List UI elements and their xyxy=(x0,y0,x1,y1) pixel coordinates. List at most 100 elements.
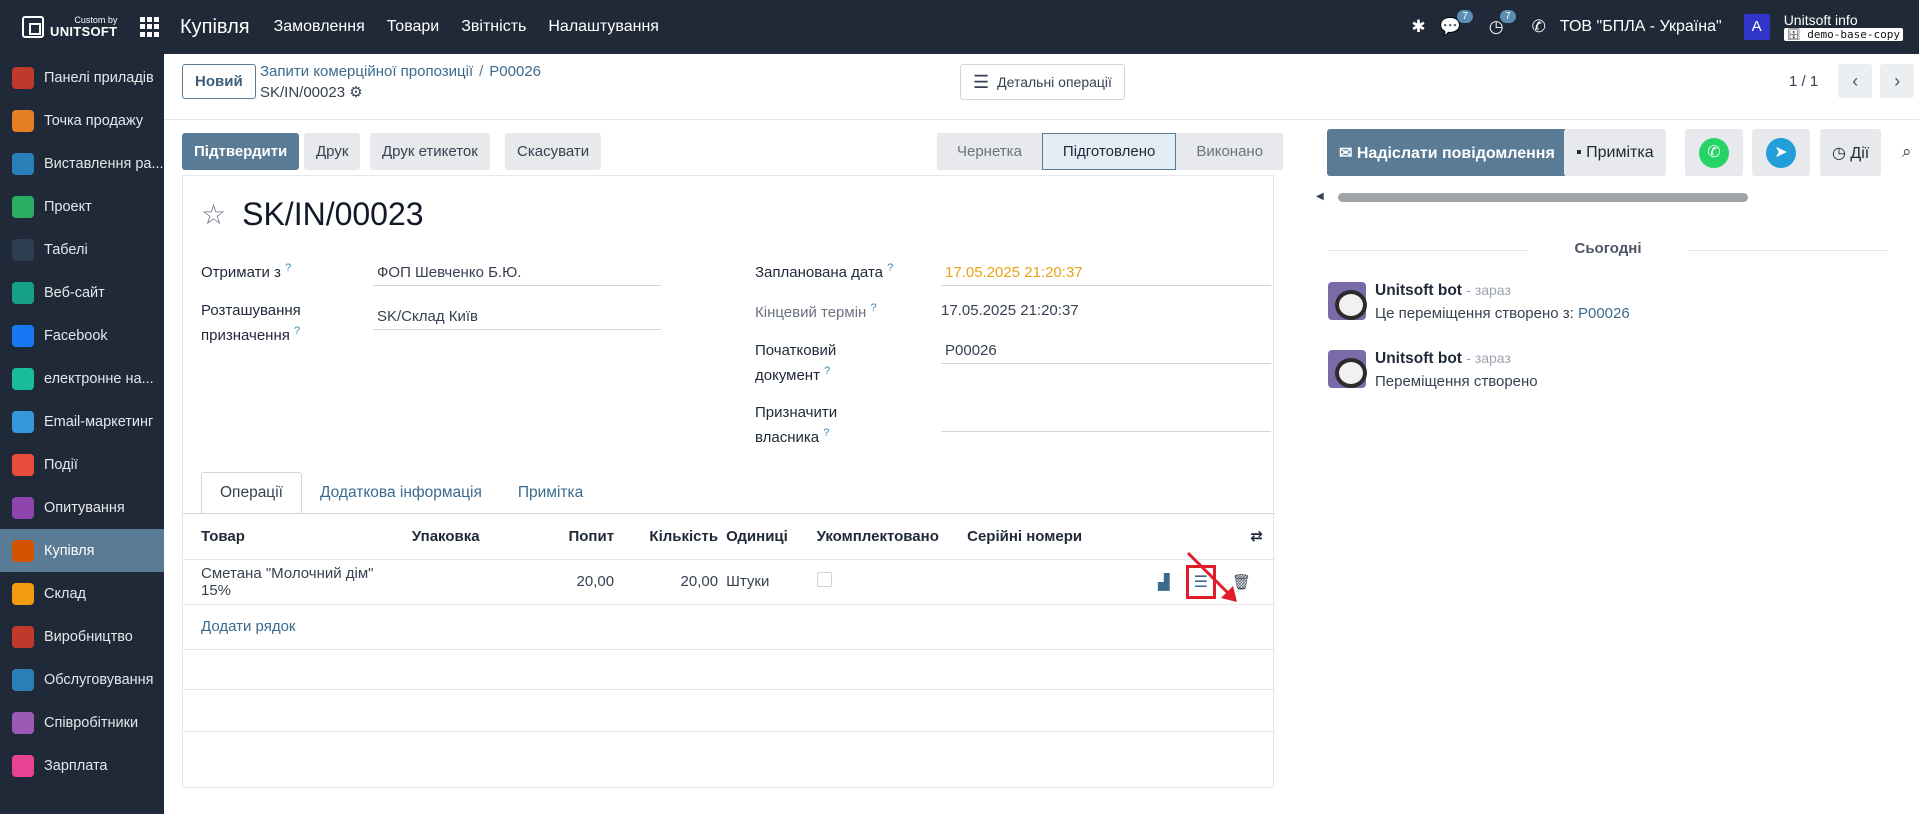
messages-icon[interactable]: 💬 7 xyxy=(1440,9,1473,37)
log-note-button[interactable]: ▪ Примітка xyxy=(1564,129,1666,176)
sidebar-item-label: Події xyxy=(44,456,78,473)
timesheets-app-icon xyxy=(12,238,34,261)
tab-additional-info[interactable]: Додаткова інформація xyxy=(302,472,500,514)
empty-row xyxy=(183,690,1275,732)
menu-settings[interactable]: Налаштування xyxy=(548,18,659,36)
sidebar-item-email-marketing[interactable]: Email-маркетинг xyxy=(0,400,164,443)
brand-logo[interactable]: Custom by UNITSOFT xyxy=(0,0,130,54)
menu-reporting[interactable]: Звітність xyxy=(461,18,526,36)
col-product[interactable]: Товар xyxy=(183,514,408,560)
activities-button[interactable]: ◷ Дії xyxy=(1820,129,1882,176)
cancel-button[interactable]: Скасувати xyxy=(505,133,602,170)
menu-orders[interactable]: Замовлення xyxy=(274,18,365,36)
user-avatar[interactable]: A xyxy=(1743,13,1770,40)
sidebar-item-purchase[interactable]: Купівля xyxy=(0,529,164,572)
col-packaging[interactable]: Упаковка xyxy=(407,514,535,560)
detailed-operations-button[interactable]: ☰ Детальні операції xyxy=(960,64,1125,100)
cell-product[interactable]: Сметана "Молочний дім" 15% xyxy=(183,559,408,605)
app-name[interactable]: Купівля xyxy=(180,16,250,39)
forecast-chart-icon[interactable]: ▟ xyxy=(1158,573,1170,591)
sidebar-item-label: Табелі xyxy=(44,241,88,258)
sidebar-item-elearning[interactable]: електронне на... xyxy=(0,357,164,400)
sidebar-item-employees[interactable]: Співробітники xyxy=(0,701,164,744)
cell-serial-numbers[interactable] xyxy=(963,559,1155,605)
table-row[interactable]: Сметана "Молочний дім" 15% 20,00 20,00 Ш… xyxy=(183,559,1275,605)
sidebar-item-label: Веб-сайт xyxy=(44,284,105,301)
sidebar-item-inventory[interactable]: Склад xyxy=(0,572,164,615)
sidebar-item-project[interactable]: Проект xyxy=(0,185,164,228)
cell-quantity[interactable]: 20,00 xyxy=(618,559,723,605)
favorite-star-icon[interactable]: ☆ xyxy=(201,198,226,231)
sidebar-item-label: Проект xyxy=(44,198,92,215)
sidebar-item-pos[interactable]: Точка продажу xyxy=(0,99,164,142)
bot-avatar[interactable] xyxy=(1328,350,1367,388)
sidebar-item-label: Точка продажу xyxy=(44,112,144,129)
activities-clock-icon[interactable]: ◷ 7 xyxy=(1489,9,1516,37)
gear-icon[interactable]: ⚙ xyxy=(349,84,362,101)
scroll-left-icon[interactable]: ◀ xyxy=(1316,191,1324,202)
col-serial-numbers[interactable]: Серійні номери xyxy=(963,514,1155,560)
picked-checkbox[interactable] xyxy=(816,572,832,587)
breadcrumb-parent[interactable]: Запити комерційної пропозиції xyxy=(260,63,473,80)
cell-packaging[interactable] xyxy=(407,559,535,605)
new-button[interactable]: Новий xyxy=(182,64,256,99)
destination-location-field[interactable]: SK/Склад Київ xyxy=(373,304,661,330)
bug-icon[interactable]: ✱ xyxy=(1411,17,1425,37)
col-quantity[interactable]: Кількість xyxy=(618,514,723,560)
cell-uom[interactable]: Штуки xyxy=(722,559,813,605)
menu-products[interactable]: Товари xyxy=(387,18,439,36)
breadcrumb-current[interactable]: P00026 xyxy=(489,63,541,80)
assign-owner-field[interactable] xyxy=(941,402,1271,432)
print-button[interactable]: Друк xyxy=(304,133,361,170)
message-author[interactable]: Unitsoft bot xyxy=(1375,350,1462,367)
receive-from-field[interactable]: ФОП Шевченко Б.Ю. xyxy=(373,260,661,286)
sidebar-item-events[interactable]: Події xyxy=(0,443,164,486)
message-author[interactable]: Unitsoft bot xyxy=(1375,282,1462,299)
message-link[interactable]: P00026 xyxy=(1578,305,1630,322)
pager-next-button[interactable]: › xyxy=(1880,64,1915,98)
messages-badge: 7 xyxy=(1457,9,1473,23)
confirm-button[interactable]: Підтвердити xyxy=(182,133,300,170)
send-message-button[interactable]: ✉ Надіслати повідомлення xyxy=(1327,129,1567,176)
source-document-field[interactable]: P00026 xyxy=(941,338,1271,364)
print-labels-button[interactable]: Друк етикеток xyxy=(370,133,490,170)
activities-badge: 7 xyxy=(1500,9,1516,23)
phone-icon[interactable]: ✆ xyxy=(1532,17,1546,37)
employees-app-icon xyxy=(12,711,34,734)
apps-grid-icon[interactable] xyxy=(140,17,160,37)
add-line-link[interactable]: Додати рядок xyxy=(201,618,295,635)
scroll-thumb[interactable] xyxy=(1338,193,1748,202)
sidebar-item-timesheets[interactable]: Табелі xyxy=(0,228,164,271)
add-line-row: Додати рядок xyxy=(183,604,1275,650)
sidebar-item-surveys[interactable]: Опитування xyxy=(0,486,164,529)
whatsapp-icon[interactable]: ✆ xyxy=(1685,129,1743,176)
tab-note[interactable]: Примітка xyxy=(500,472,601,514)
table-header-row: Товар Упаковка Попит Кількість Одиниці У… xyxy=(183,514,1275,560)
pager-value: 1 / 1 xyxy=(1789,72,1819,90)
col-demand[interactable]: Попит xyxy=(534,514,619,560)
scheduled-date-field[interactable]: 17.05.2025 21:20:37 xyxy=(941,260,1271,286)
stage-draft[interactable]: Чернетка xyxy=(937,133,1042,170)
company-switcher[interactable]: ТОВ "БПЛА - Україна" xyxy=(1560,18,1722,36)
breadcrumb: Запити комерційної пропозиції / P00026 xyxy=(260,63,541,80)
sidebar-item-facebook[interactable]: Facebook xyxy=(0,314,164,357)
search-icon[interactable]: ⌕ xyxy=(1902,142,1912,162)
sidebar-item-maintenance[interactable]: Обслуговування xyxy=(0,658,164,701)
bot-avatar[interactable] xyxy=(1328,282,1367,320)
user-menu[interactable]: Unitsoft info 🗄 demo-base-copy xyxy=(1783,13,1903,42)
telegram-icon[interactable]: ➤ xyxy=(1752,129,1810,176)
col-uom[interactable]: Одиниці xyxy=(722,514,813,560)
sidebar-item-manufacturing[interactable]: Виробництво xyxy=(0,615,164,658)
sidebar-item-dashboards[interactable]: Панелі приладів xyxy=(0,56,164,99)
cell-demand[interactable]: 20,00 xyxy=(534,559,619,605)
pager-previous-button[interactable]: ‹ xyxy=(1838,64,1873,98)
tab-operations[interactable]: Операції xyxy=(201,472,302,514)
optional-columns-icon[interactable]: ⇄ xyxy=(1250,528,1263,545)
sidebar-item-invoicing[interactable]: Виставлення ра... xyxy=(0,142,164,185)
col-picked[interactable]: Укомплектовано xyxy=(812,514,964,560)
sidebar-item-payroll[interactable]: Зарплата xyxy=(0,744,164,787)
chatter-scrollbar[interactable]: ◀ ▶ xyxy=(1316,191,1919,203)
sidebar-item-website[interactable]: Веб-сайт xyxy=(0,271,164,314)
stage-done[interactable]: Виконано xyxy=(1176,133,1284,170)
stage-ready[interactable]: Підготовлено xyxy=(1041,133,1177,170)
